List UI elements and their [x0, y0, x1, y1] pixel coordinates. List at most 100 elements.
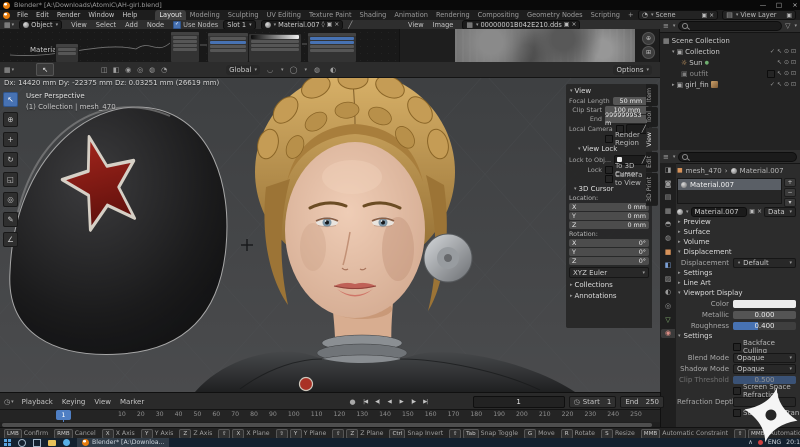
blender-menu-icon[interactable] — [3, 12, 10, 19]
image-datablock[interactable]: ▦▾ 00000001B042E210.dds ▣ × — [462, 20, 580, 30]
playback-button[interactable]: ▶| — [420, 397, 431, 406]
render-visibility-icon[interactable]: ⊡ — [791, 81, 796, 88]
viewport-tool-button[interactable]: ⊕ — [3, 112, 18, 127]
properties-editor-icon[interactable]: ≡ — [663, 153, 669, 161]
panel-view-lock[interactable]: ▾View Lock — [569, 144, 649, 154]
properties-tab[interactable]: ◍ — [661, 234, 675, 243]
panel-view[interactable]: ▾View — [569, 86, 649, 96]
selectable-icon[interactable]: ↖ — [777, 70, 782, 78]
cursor-rotation-field[interactable]: Y0° — [569, 248, 649, 256]
material-slot-row[interactable]: Material.007 — [678, 179, 781, 190]
workspace-tab[interactable]: Modeling — [186, 10, 224, 20]
panel-settings[interactable]: ▸Settings — [677, 268, 799, 278]
outliner-editor-icon[interactable]: ≡ — [663, 22, 669, 30]
unlink-material-icon[interactable]: × — [334, 21, 339, 28]
browser-icon[interactable] — [63, 439, 70, 446]
ssr-checkbox[interactable] — [733, 387, 741, 395]
outliner-search-input[interactable] — [678, 21, 782, 31]
minimize-button[interactable]: — — [755, 0, 771, 10]
image-copy-icon[interactable]: ▣ — [564, 21, 570, 28]
playhead[interactable]: 1 — [56, 410, 71, 420]
viewport-tool-button[interactable]: ◱ — [3, 172, 18, 187]
menu-item[interactable]: Render — [53, 11, 84, 19]
viewport-header-icon[interactable]: ◉ — [122, 66, 134, 74]
workspace-tab[interactable]: Compositing — [474, 10, 523, 20]
blend-mode-dropdown[interactable]: Opaque▾ — [733, 353, 796, 363]
cursor-location-field[interactable]: Y0 mm — [569, 212, 649, 220]
shader-node[interactable] — [55, 43, 79, 62]
image-unlink-icon[interactable]: × — [571, 21, 576, 28]
focal-length-field[interactable]: 50 mm — [613, 97, 649, 105]
menu-item[interactable]: Edit — [32, 11, 53, 19]
cursor-location-field[interactable]: Z0 mm — [569, 221, 649, 229]
snap-magnet-icon[interactable]: ◡ — [264, 66, 276, 74]
panel-surface[interactable]: ▸Surface — [677, 227, 799, 237]
orientation-dropdown[interactable]: Global▾ — [226, 65, 260, 75]
workspace-tab[interactable]: Geometry Nodes — [523, 10, 587, 20]
viewport-header-icon[interactable]: ◔ — [158, 66, 170, 74]
subsurface-checkbox[interactable] — [733, 409, 741, 417]
selectable-icon[interactable]: ↖ — [777, 48, 782, 55]
shader-editor-canvas[interactable]: Material.007 — [0, 29, 400, 62]
timeline-editor-type-button[interactable]: ◷▾ — [4, 398, 14, 406]
menu-item[interactable]: Playback — [18, 398, 57, 406]
image-editor-canvas[interactable]: ⊕ ⊞ — [400, 29, 660, 62]
workspace-tab[interactable]: Rendering — [432, 10, 474, 20]
menu-item[interactable]: Image — [429, 21, 458, 29]
lock-3d-cursor-checkbox[interactable] — [605, 166, 613, 174]
menu-item[interactable]: Select — [92, 21, 120, 29]
exclude-checkbox[interactable] — [767, 70, 775, 78]
fake-user-icon[interactable]: ◊ — [322, 21, 325, 28]
options-button[interactable]: Options▾ — [613, 65, 652, 75]
shader-mode-dropdown[interactable]: Object▾ — [19, 20, 62, 30]
viewport-editor-type-button[interactable]: ▦▾ — [4, 66, 14, 74]
start-frame-field[interactable]: ◷Start1 — [569, 396, 617, 408]
color-swatch[interactable] — [733, 300, 796, 308]
n-panel-tab[interactable]: View — [646, 128, 658, 151]
clip-end-field[interactable]: 999999953 m — [605, 115, 649, 123]
properties-tab[interactable]: ◧ — [661, 261, 675, 270]
menu-item[interactable]: Keying — [58, 398, 90, 406]
panel-volume[interactable]: ▸Volume — [677, 237, 799, 247]
viewport-tool-button[interactable]: ↻ — [3, 152, 18, 167]
menu-item[interactable]: View — [67, 21, 91, 29]
refraction-depth-field[interactable] — [733, 397, 796, 407]
use-nodes-checkbox[interactable] — [173, 21, 181, 29]
copy-icon[interactable]: ▣ — [749, 208, 755, 215]
workspace-tab[interactable]: Scripting — [587, 10, 624, 20]
zoom-icon[interactable]: ⊕ — [642, 32, 655, 45]
n-panel-tab[interactable]: Edit — [646, 152, 658, 172]
outliner-row-girl-fin[interactable]: ▸ ▣ girl_fin ✓ ↖ ⊙ ⊡ — [663, 79, 798, 90]
n-panel-tab[interactable]: 3D Print — [646, 173, 658, 206]
selectable-icon[interactable]: ↖ — [777, 81, 782, 88]
pan-icon[interactable]: ⊞ — [642, 46, 655, 59]
slot-dropdown[interactable]: Slot 1▾ — [223, 20, 255, 30]
end-frame-field[interactable]: End250 — [620, 396, 664, 408]
viewport-canvas[interactable] — [0, 77, 660, 392]
shader-node[interactable] — [170, 31, 200, 62]
editor-type-button[interactable]: ▦▾ — [4, 21, 14, 29]
tray-app-icon[interactable] — [758, 440, 763, 445]
shader-node[interactable] — [207, 32, 249, 62]
cursor-location-field[interactable]: X0 mm — [569, 203, 649, 211]
menu-item[interactable]: Node — [143, 21, 168, 29]
material-datablock[interactable]: ▾ Material.007 ◊ ▣ × — [261, 20, 344, 30]
active-tool-button[interactable]: ↖ — [36, 63, 54, 76]
breadcrumb-material[interactable]: Material.007 — [740, 167, 784, 175]
menu-item[interactable]: Add — [121, 21, 142, 29]
workspace-tab[interactable]: UV Editing — [263, 10, 305, 20]
pin-icon[interactable]: ╱ — [348, 21, 352, 29]
viewport-tool-button[interactable]: ∠ — [3, 232, 18, 247]
workspace-tab[interactable]: Shading — [356, 10, 391, 20]
close-button[interactable]: × — [787, 0, 800, 10]
shadow-mode-dropdown[interactable]: Opaque▾ — [733, 364, 796, 374]
copy-material-icon[interactable]: ▣ — [327, 21, 333, 28]
outliner-row-scene-collection[interactable]: ▦ Scene Collection — [663, 35, 798, 46]
outliner-row-collection[interactable]: ▾ ▣ Collection ✓ ↖ ⊙ ⊡ — [663, 46, 798, 57]
scene-unlink-icon[interactable]: × — [709, 12, 714, 19]
shading-icon[interactable]: ◐ — [327, 66, 339, 74]
panel-displacement[interactable]: ▾Displacement — [677, 247, 799, 257]
current-frame-field[interactable]: 1 — [473, 396, 565, 408]
clip-threshold-slider[interactable]: 0.500 — [733, 376, 796, 384]
properties-tab[interactable]: ■ — [661, 248, 675, 257]
